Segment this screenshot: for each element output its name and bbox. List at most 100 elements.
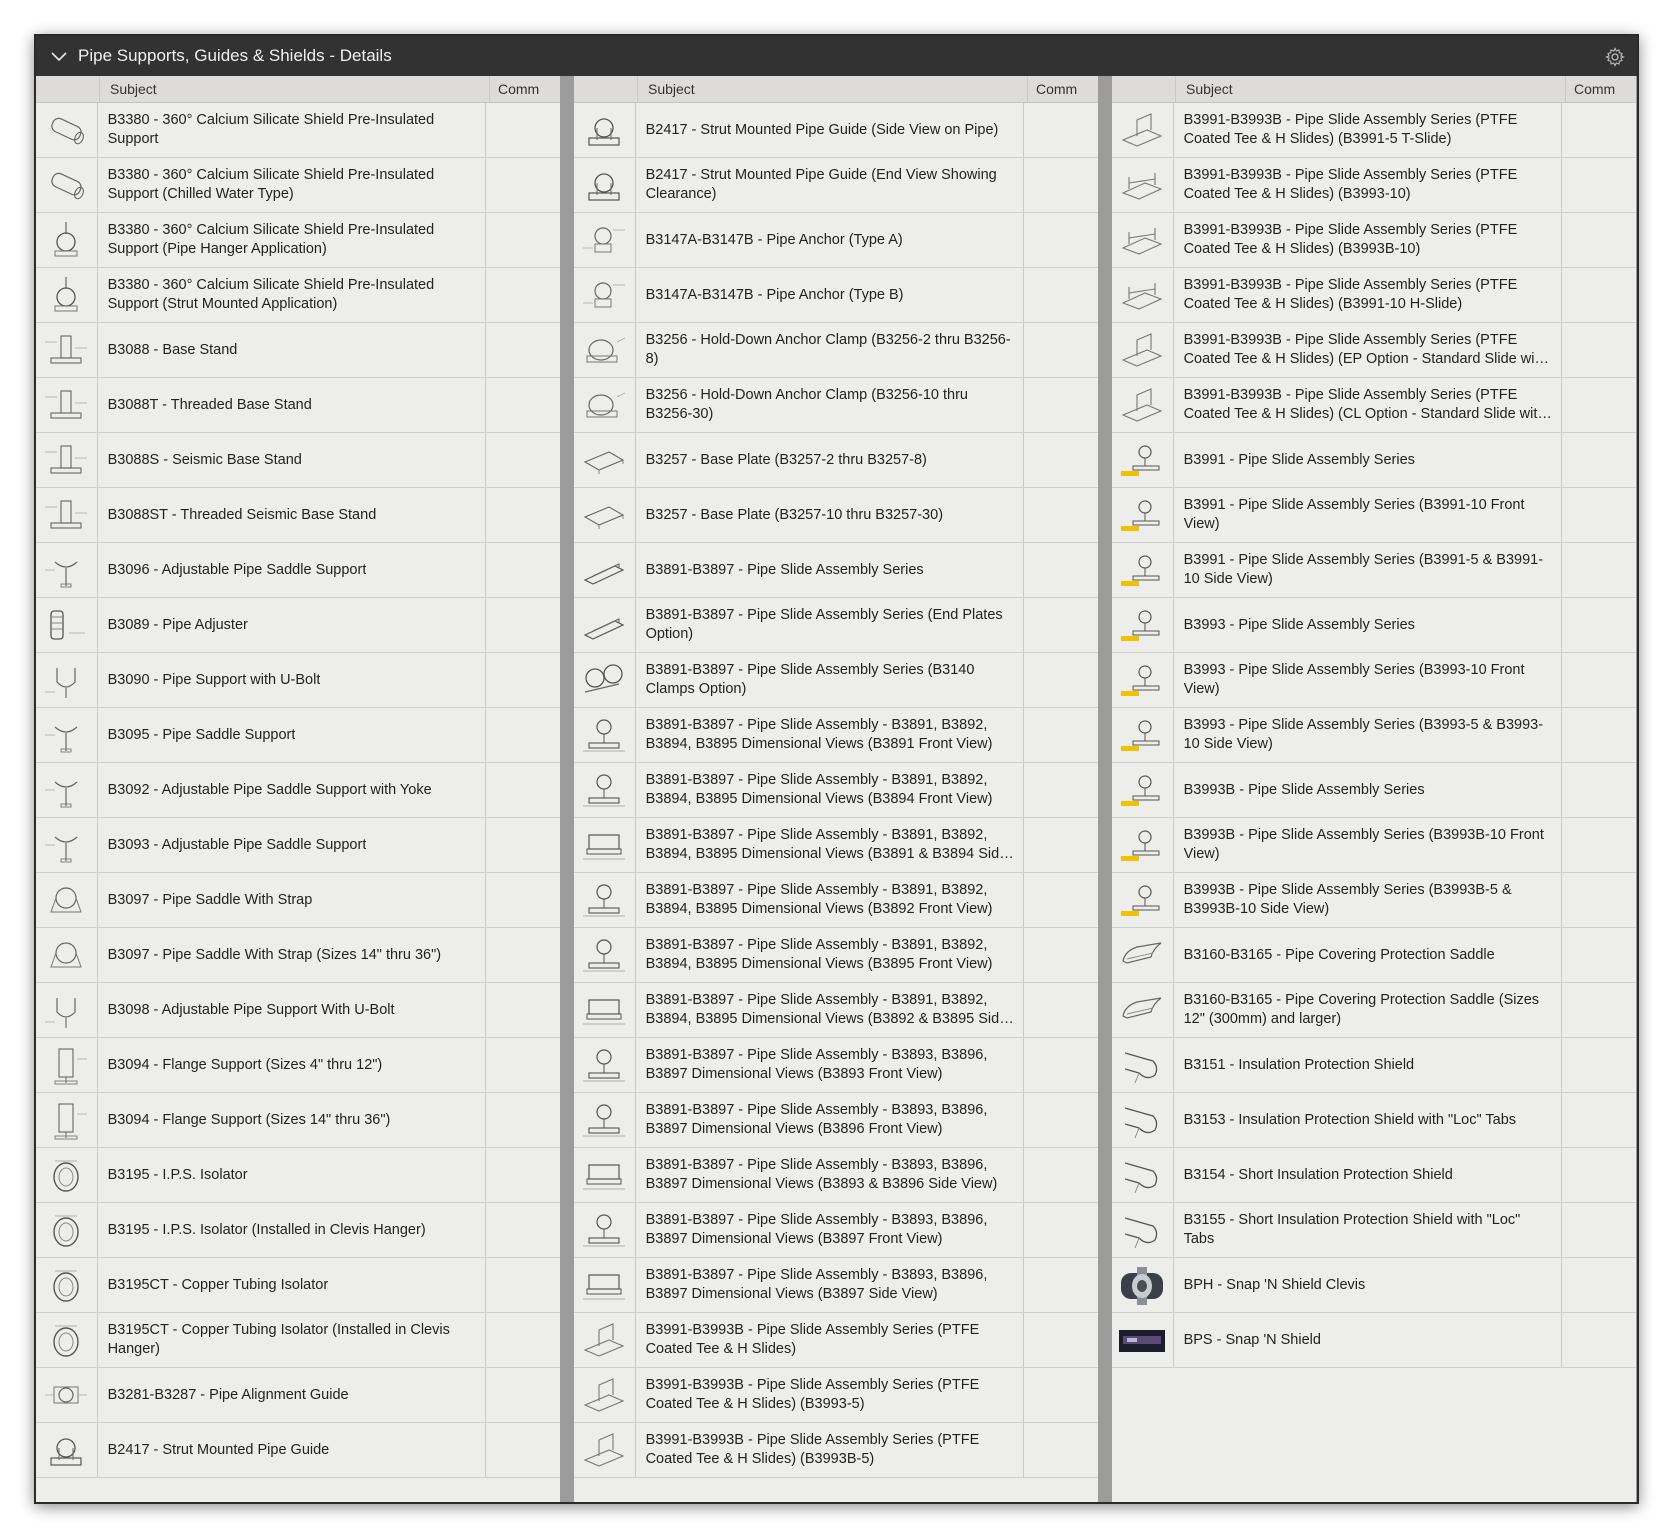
comments-cell[interactable] xyxy=(1024,268,1098,322)
comments-cell[interactable] xyxy=(486,928,560,982)
list-item[interactable]: B3088S - Seismic Base Stand xyxy=(36,433,560,488)
thumbnail-cell[interactable] xyxy=(36,983,98,1037)
thumbnail-cell[interactable] xyxy=(36,268,98,322)
list-item[interactable]: B3380 - 360° Calcium Silicate Shield Pre… xyxy=(36,268,560,323)
subject-header[interactable]: Subject xyxy=(100,76,490,102)
thumbnail-cell[interactable] xyxy=(1112,378,1174,432)
subject-cell[interactable]: B2417 - Strut Mounted Pipe Guide xyxy=(98,1423,486,1477)
comments-cell[interactable] xyxy=(486,378,560,432)
list-item[interactable]: B3089 - Pipe Adjuster xyxy=(36,598,560,653)
comments-cell[interactable] xyxy=(1562,158,1636,212)
subject-cell[interactable]: B3155 - Short Insulation Protection Shie… xyxy=(1174,1203,1562,1257)
comments-cell[interactable] xyxy=(486,268,560,322)
comments-cell[interactable] xyxy=(1562,323,1636,377)
thumbnail-cell[interactable] xyxy=(1112,543,1174,597)
thumbnail-cell[interactable] xyxy=(1112,158,1174,212)
comments-cell[interactable] xyxy=(486,818,560,872)
list-item[interactable]: B3891-B3897 - Pipe Slide Assembly - B389… xyxy=(574,928,1098,983)
subject-cell[interactable]: B3195 - I.P.S. Isolator xyxy=(98,1148,486,1202)
thumbnail-cell[interactable] xyxy=(574,1038,636,1092)
list-item[interactable]: B3891-B3897 - Pipe Slide Assembly Series xyxy=(574,543,1098,598)
list-item[interactable]: B3991-B3993B - Pipe Slide Assembly Serie… xyxy=(1112,323,1636,378)
comments-cell[interactable] xyxy=(486,763,560,817)
comments-cell[interactable] xyxy=(486,1203,560,1257)
list-item[interactable]: B3147A-B3147B - Pipe Anchor (Type B) xyxy=(574,268,1098,323)
thumbnail-cell[interactable] xyxy=(1112,213,1174,267)
thumbnail-cell[interactable] xyxy=(36,433,98,487)
subject-header[interactable]: Subject xyxy=(1176,76,1566,102)
thumbnail-cell[interactable] xyxy=(1112,1258,1174,1312)
list-item[interactable]: B3991 - Pipe Slide Assembly Series (B399… xyxy=(1112,488,1636,543)
comments-header[interactable]: Comm xyxy=(1028,76,1098,102)
subject-cell[interactable]: B3089 - Pipe Adjuster xyxy=(98,598,486,652)
comments-cell[interactable] xyxy=(1024,378,1098,432)
list-item[interactable]: B3891-B3897 - Pipe Slide Assembly - B389… xyxy=(574,708,1098,763)
list-item[interactable]: BPH - Snap 'N Shield Clevis xyxy=(1112,1258,1636,1313)
thumbnail-cell[interactable] xyxy=(1112,983,1174,1037)
list-item[interactable]: B3993 - Pipe Slide Assembly Series xyxy=(1112,598,1636,653)
thumbnail-cell[interactable] xyxy=(1112,708,1174,762)
comments-cell[interactable] xyxy=(1024,1203,1098,1257)
thumbnail-cell[interactable] xyxy=(574,543,636,597)
thumbnail-cell[interactable] xyxy=(36,1038,98,1092)
comments-cell[interactable] xyxy=(1562,1313,1636,1367)
subject-cell[interactable]: B3088ST - Threaded Seismic Base Stand xyxy=(98,488,486,542)
subject-cell[interactable]: B3991 - Pipe Slide Assembly Series (B399… xyxy=(1174,488,1562,542)
subject-cell[interactable]: B3151 - Insulation Protection Shield xyxy=(1174,1038,1562,1092)
subject-cell[interactable]: B3991-B3993B - Pipe Slide Assembly Serie… xyxy=(636,1368,1024,1422)
list-item[interactable]: B2417 - Strut Mounted Pipe Guide (End Vi… xyxy=(574,158,1098,213)
comments-cell[interactable] xyxy=(486,708,560,762)
subject-cell[interactable]: B3160-B3165 - Pipe Covering Protection S… xyxy=(1174,983,1562,1037)
comments-cell[interactable] xyxy=(1562,1038,1636,1092)
subject-cell[interactable]: B3891-B3897 - Pipe Slide Assembly - B389… xyxy=(636,983,1024,1037)
thumbnail-cell[interactable] xyxy=(36,708,98,762)
comments-cell[interactable] xyxy=(1024,928,1098,982)
comments-cell[interactable] xyxy=(486,1148,560,1202)
list-item[interactable]: B3281-B3287 - Pipe Alignment Guide xyxy=(36,1368,560,1423)
subject-cell[interactable]: B3991-B3993B - Pipe Slide Assembly Serie… xyxy=(1174,378,1562,432)
thumbnail-cell[interactable] xyxy=(1112,1038,1174,1092)
thumbnail-cell[interactable] xyxy=(574,1093,636,1147)
subject-cell[interactable]: B3891-B3897 - Pipe Slide Assembly - B389… xyxy=(636,1148,1024,1202)
thumbnail-cell[interactable] xyxy=(574,103,636,157)
thumbnail-cell[interactable] xyxy=(1112,653,1174,707)
subject-cell[interactable]: B3993 - Pipe Slide Assembly Series (B399… xyxy=(1174,653,1562,707)
subject-cell[interactable]: B3991-B3993B - Pipe Slide Assembly Serie… xyxy=(1174,323,1562,377)
thumbnail-cell[interactable] xyxy=(36,158,98,212)
list-item[interactable]: B3991-B3993B - Pipe Slide Assembly Serie… xyxy=(574,1368,1098,1423)
thumbnail-cell[interactable] xyxy=(36,323,98,377)
list-item[interactable]: B3093 - Adjustable Pipe Saddle Support xyxy=(36,818,560,873)
subject-cell[interactable]: B3257 - Base Plate (B3257-10 thru B3257-… xyxy=(636,488,1024,542)
subject-cell[interactable]: BPH - Snap 'N Shield Clevis xyxy=(1174,1258,1562,1312)
comments-cell[interactable] xyxy=(1562,1258,1636,1312)
comments-cell[interactable] xyxy=(1024,488,1098,542)
comments-cell[interactable] xyxy=(486,158,560,212)
gear-icon[interactable] xyxy=(1605,47,1625,67)
list-item[interactable]: B3153 - Insulation Protection Shield wit… xyxy=(1112,1093,1636,1148)
subject-cell[interactable]: B3153 - Insulation Protection Shield wit… xyxy=(1174,1093,1562,1147)
list-item[interactable]: B3891-B3897 - Pipe Slide Assembly - B389… xyxy=(574,1038,1098,1093)
comments-cell[interactable] xyxy=(1024,653,1098,707)
comments-cell[interactable] xyxy=(1024,1038,1098,1092)
list-item[interactable]: B3991-B3993B - Pipe Slide Assembly Serie… xyxy=(1112,103,1636,158)
thumbnail-cell[interactable] xyxy=(1112,1313,1174,1367)
comments-cell[interactable] xyxy=(1562,543,1636,597)
list-item[interactable]: B3891-B3897 - Pipe Slide Assembly - B389… xyxy=(574,1203,1098,1258)
comments-cell[interactable] xyxy=(486,1258,560,1312)
subject-cell[interactable]: B3891-B3897 - Pipe Slide Assembly - B389… xyxy=(636,1258,1024,1312)
thumbnail-cell[interactable] xyxy=(36,1148,98,1202)
list-item[interactable]: B3891-B3897 - Pipe Slide Assembly Series… xyxy=(574,598,1098,653)
thumbnail-cell[interactable] xyxy=(574,1203,636,1257)
comments-cell[interactable] xyxy=(1024,763,1098,817)
subject-cell[interactable]: B3991-B3993B - Pipe Slide Assembly Serie… xyxy=(1174,213,1562,267)
subject-cell[interactable]: B3147A-B3147B - Pipe Anchor (Type A) xyxy=(636,213,1024,267)
comments-cell[interactable] xyxy=(486,433,560,487)
comments-cell[interactable] xyxy=(1562,1203,1636,1257)
thumbnail-cell[interactable] xyxy=(574,763,636,817)
list-item[interactable]: B3088ST - Threaded Seismic Base Stand xyxy=(36,488,560,543)
comments-cell[interactable] xyxy=(1562,653,1636,707)
subject-cell[interactable]: B3096 - Adjustable Pipe Saddle Support xyxy=(98,543,486,597)
list-item[interactable]: B3092 - Adjustable Pipe Saddle Support w… xyxy=(36,763,560,818)
subject-cell[interactable]: B3098 - Adjustable Pipe Support With U-B… xyxy=(98,983,486,1037)
subject-cell[interactable]: B3256 - Hold-Down Anchor Clamp (B3256-10… xyxy=(636,378,1024,432)
